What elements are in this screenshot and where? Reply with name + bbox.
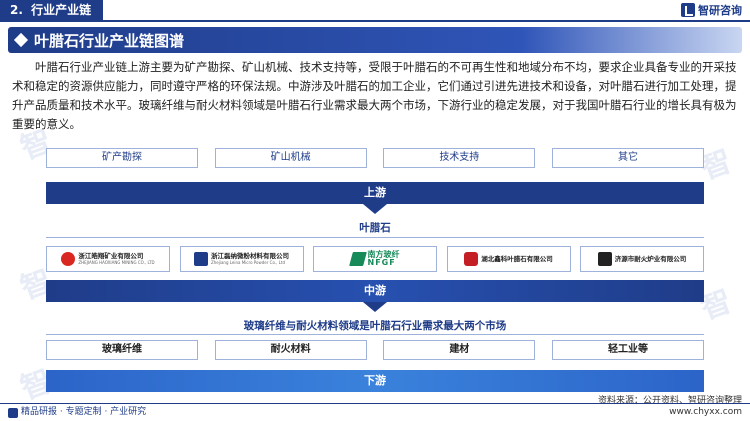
brand: 智研咨询: [681, 2, 742, 18]
company-en: ZHEJIANG HAOXIANG MINING CO., LTD: [78, 259, 155, 265]
industry-chain-diagram: 矿产勘探 矿山机械 技术支持 其它 上游 叶腊石 浙江皓翔矿业有限公司 ZHEJ…: [46, 142, 704, 396]
company-name: 济源市耐火炉业有限公司: [614, 254, 687, 263]
midstream-stage: 中游: [46, 280, 704, 302]
company-en: NFGF: [367, 258, 396, 267]
company-logo: 浙江磊纳微粉材料有限公司 Zhejiang Leina Micro Powder…: [179, 246, 304, 272]
company-mark-icon: [61, 252, 76, 266]
upstream-item: 技术支持: [383, 148, 536, 168]
company-mark-icon: [194, 252, 208, 266]
upstream-item: 其它: [551, 148, 704, 168]
arrow-down-icon: [363, 204, 387, 214]
brand-name: 智研咨询: [698, 4, 742, 17]
footer-tagline: 精品研报 · 专题定制 · 产业研究: [21, 407, 147, 417]
company-mark-icon: [348, 252, 367, 266]
section-number: 2.: [10, 3, 23, 17]
upstream-row: 矿产勘探 矿山机械 技术支持 其它: [46, 148, 704, 168]
company-name: 湖北鑫科叶腊石有限公司: [481, 254, 553, 263]
company-en: Zhejiang Leina Micro Powder Co., Ltd: [211, 259, 286, 265]
intro-paragraph: 叶腊石行业产业链上游主要为矿产勘探、矿山机械、技术支持等，受限于叶腊石的不可再生…: [12, 60, 737, 131]
company-mark-icon: [464, 252, 479, 266]
company-name: 浙江磊纳微粉材料有限公司: [211, 252, 289, 261]
page-title: 叶腊石行业产业链图谱: [34, 31, 185, 50]
section-title: 行业产业链: [31, 3, 92, 17]
midstream-companies: 浙江皓翔矿业有限公司 ZHEJIANG HAOXIANG MINING CO.,…: [46, 246, 704, 272]
company-logo: 湖北鑫科叶腊石有限公司: [446, 246, 571, 272]
company-logo: 浙江皓翔矿业有限公司 ZHEJIANG HAOXIANG MINING CO.,…: [46, 246, 170, 272]
footer: 精品研报 · 专题定制 · 产业研究 www.chyxx.com: [0, 403, 750, 421]
footer-left: 精品研报 · 专题定制 · 产业研究: [8, 404, 146, 421]
divider: [46, 334, 704, 335]
downstream-heading: 玻璃纤维与耐火材料领域是叶腊石行业需求最大两个市场: [243, 320, 507, 332]
downstream-row: 玻璃纤维 耐火材料 建材 轻工业等: [46, 340, 704, 360]
section-label: 2. 行业产业链: [0, 0, 104, 20]
downstream-item: 玻璃纤维: [46, 340, 198, 360]
top-bar: 2. 行业产业链 智研咨询: [0, 0, 750, 22]
upstream-item: 矿产勘探: [46, 148, 198, 168]
company-logo: 济源市耐火炉业有限公司: [580, 246, 704, 272]
title-bar: 叶腊石行业产业链图谱: [8, 27, 742, 53]
downstream-item: 轻工业等: [551, 340, 704, 360]
arrow-down-icon: [363, 302, 387, 312]
brand-logo-icon: [681, 3, 695, 17]
company-mark-icon: [597, 252, 612, 266]
divider: [46, 237, 704, 238]
footer-website: www.chyxx.com: [669, 407, 742, 417]
downstream-item: 建材: [383, 340, 536, 360]
diamond-icon: [13, 32, 29, 48]
midstream-product: 叶腊石: [359, 222, 391, 234]
upstream-item: 矿山机械: [214, 148, 367, 168]
company-name: 浙江皓翔矿业有限公司: [78, 252, 144, 261]
downstream-stage: 下游: [46, 370, 704, 392]
report-icon: [8, 407, 18, 418]
company-logo: 南方玻纤 NFGF: [313, 246, 437, 272]
downstream-item: 耐火材料: [214, 340, 367, 360]
upstream-stage: 上游: [46, 182, 704, 204]
